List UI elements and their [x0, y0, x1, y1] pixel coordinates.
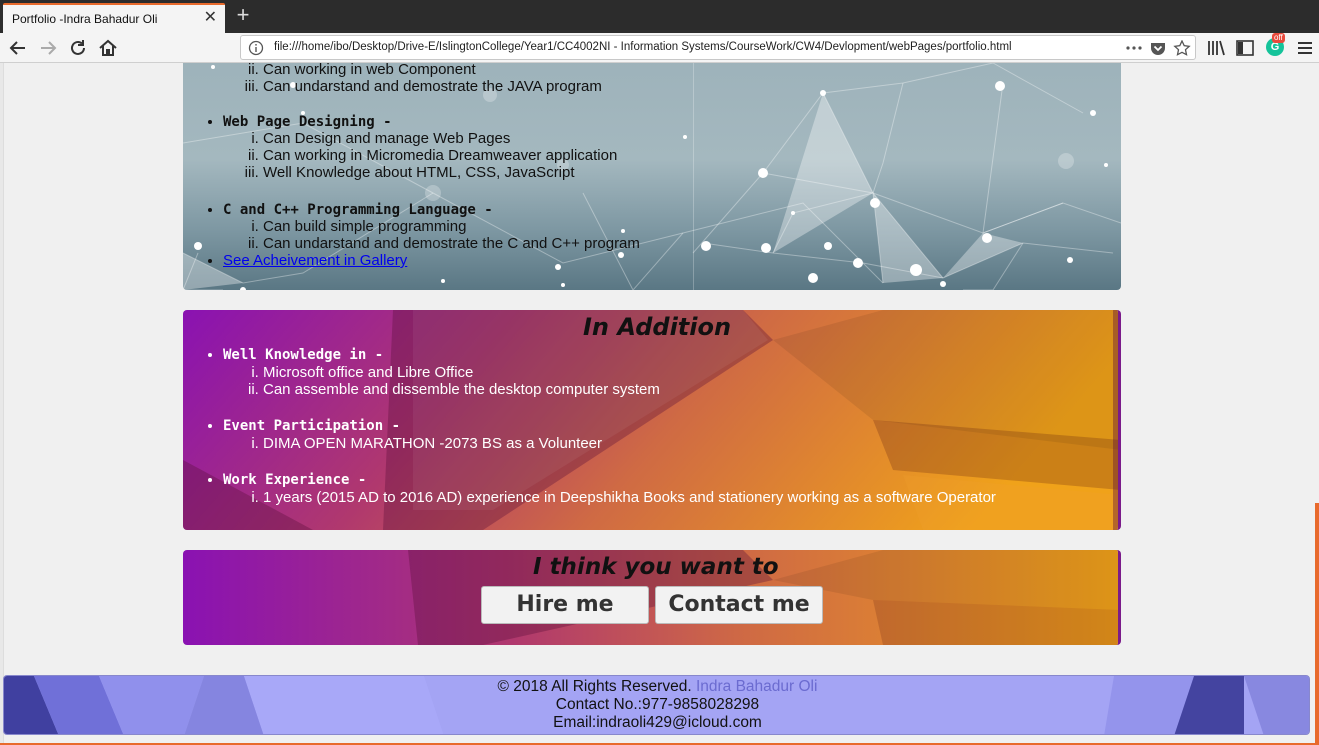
copyright-text: © 2018 All Rights Reserved. [497, 678, 692, 695]
web-subitems: Can Design and manage Web Pages Can work… [263, 130, 640, 181]
list-item: Microsoft office and Libre Office [263, 364, 996, 381]
c-subitems: Can build simple programming Can undarst… [263, 218, 640, 252]
sidebar-icon[interactable] [1233, 36, 1257, 60]
knowledge-heading: Well Knowledge in - [223, 347, 384, 363]
page-viewport: Can working in web Component Can undarst… [0, 63, 1319, 745]
list-item: Can working in web Component [263, 63, 602, 78]
list-item: Can undarstand and demostrate the C and … [263, 235, 640, 252]
c-programming-heading: C and C++ Programming Language - [223, 202, 493, 218]
java-subitems: Can working in web Component Can undarst… [263, 63, 602, 95]
java-skills-list: Can working in web Component Can undarst… [223, 63, 602, 95]
list-item: DIMA OPEN MARATHON -2073 BS as a Volunte… [263, 435, 996, 452]
bookmark-star-icon[interactable] [1173, 40, 1191, 56]
address-bar[interactable]: file:///home/ibo/Desktop/Drive-E/Islingt… [240, 35, 1196, 60]
email-address: Email:indraoli429@icloud.com [553, 714, 762, 731]
new-tab-icon[interactable]: + [232, 4, 254, 28]
skills-section: Can working in web Component Can undarst… [183, 63, 1121, 290]
more-actions-icon[interactable] [1125, 40, 1143, 56]
in-addition-title: In Addition [583, 313, 732, 341]
web-skills-list: Web Page Designing - Can Design and mana… [223, 113, 640, 269]
footer: © 2018 All Rights Reserved. Indra Bahadu… [3, 675, 1310, 735]
library-icon[interactable] [1204, 36, 1228, 60]
left-edge [0, 63, 4, 745]
scroll-indicator[interactable] [1315, 503, 1319, 745]
in-addition-section: In Addition Well Knowledge in - Microsof… [183, 310, 1121, 530]
url-text[interactable]: file:///home/ibo/Desktop/Drive-E/Islingt… [274, 41, 1012, 53]
list-item: Well Knowledge about HTML, CSS, JavaScri… [263, 164, 640, 181]
contact-number: Contact No.:977-9858028298 [555, 696, 760, 713]
list-item: Can assemble and dissemble the desktop c… [263, 381, 996, 398]
forward-icon[interactable] [36, 36, 60, 60]
work-heading: Work Experience - [223, 472, 367, 488]
work-subitems: 1 years (2015 AD to 2016 AD) experience … [263, 489, 996, 506]
knowledge-subitems: Microsoft office and Libre Office Can as… [263, 364, 996, 398]
back-icon[interactable] [6, 36, 30, 60]
tab-title: Portfolio -Indra Bahadur Oli [12, 12, 158, 26]
in-addition-list: Well Knowledge in - Microsoft office and… [223, 346, 996, 506]
author-name: Indra Bahadur Oli [695, 678, 818, 695]
info-icon[interactable] [248, 40, 264, 56]
list-item: Can working in Micromedia Dreamweaver ap… [263, 147, 640, 164]
grammarly-off-badge: off [1272, 33, 1285, 43]
footer-text: © 2018 All Rights Reserved. Indra Bahadu… [4, 678, 1309, 732]
navigation-toolbar: file:///home/ibo/Desktop/Drive-E/Islingt… [0, 33, 1319, 63]
gallery-link[interactable]: See Acheivement in Gallery [223, 252, 407, 269]
list-item: Can build simple programming [263, 218, 640, 235]
list-item: Can Design and manage Web Pages [263, 130, 640, 147]
reload-icon[interactable] [66, 36, 90, 60]
tab-bar: Portfolio -Indra Bahadur Oli ✕ + [0, 0, 1319, 33]
hire-section: I think you want to Hire me Contact me [183, 550, 1121, 645]
list-item: 1 years (2015 AD to 2016 AD) experience … [263, 489, 996, 506]
pocket-icon[interactable] [1149, 40, 1167, 56]
web-design-heading: Web Page Designing - [223, 114, 392, 130]
event-heading: Event Participation - [223, 418, 401, 434]
close-tab-icon[interactable]: ✕ [204, 9, 217, 27]
hire-me-button[interactable]: Hire me [481, 586, 649, 624]
hire-title: I think you want to [533, 554, 779, 580]
contact-me-button[interactable]: Contact me [655, 586, 823, 624]
home-icon[interactable] [96, 36, 120, 60]
browser-tab[interactable]: Portfolio -Indra Bahadur Oli ✕ [3, 3, 225, 33]
menu-icon[interactable] [1293, 36, 1317, 60]
list-item: Can undarstand and demostrate the JAVA p… [263, 78, 602, 95]
event-subitems: DIMA OPEN MARATHON -2073 BS as a Volunte… [263, 435, 996, 452]
